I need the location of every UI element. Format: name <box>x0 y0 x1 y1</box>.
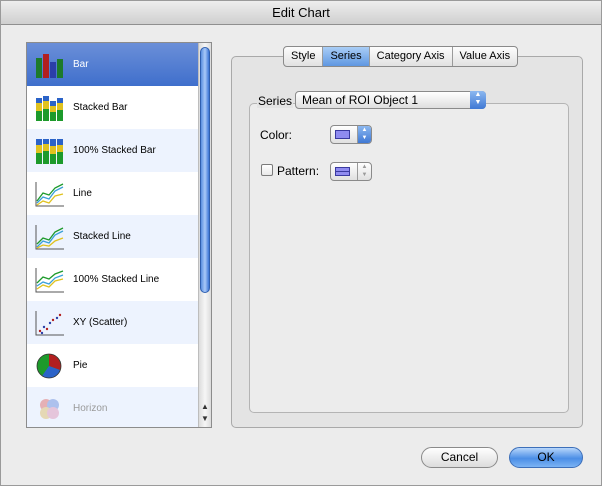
chart-type-100-stacked-line[interactable]: 100% Stacked Line <box>27 258 199 301</box>
pattern-swatch <box>335 167 350 176</box>
stacked-bar-chart-icon <box>36 95 63 121</box>
edit-chart-window: Edit Chart Bar Stacked Bar 100% Stacked … <box>0 0 602 486</box>
scrollbar-thumb[interactable] <box>200 47 210 293</box>
scroll-up-arrow-icon[interactable]: ▲ <box>199 401 211 412</box>
chart-type-label: Horizon <box>73 403 108 414</box>
chart-type-xy-scatter[interactable]: XY (Scatter) <box>27 301 199 344</box>
pattern-checkbox[interactable] <box>261 164 273 176</box>
color-label: Color: <box>260 128 293 142</box>
tab-style[interactable]: Style <box>284 47 324 66</box>
pattern-label: Pattern: <box>277 164 320 178</box>
percent-stacked-bar-chart-icon <box>36 138 63 164</box>
stacked-line-chart-icon <box>35 224 64 249</box>
chart-type-line[interactable]: Line <box>27 172 199 215</box>
window-title: Edit Chart <box>272 5 330 20</box>
chart-type-horizon[interactable]: Horizon <box>27 387 199 427</box>
cancel-button[interactable]: Cancel <box>421 447 498 468</box>
chart-type-label: Stacked Bar <box>73 102 128 113</box>
pattern-picker[interactable]: ▲ ▼ <box>330 162 372 181</box>
percent-stacked-line-chart-icon <box>35 267 64 292</box>
chart-type-100-stacked-bar[interactable]: 100% Stacked Bar <box>27 129 199 172</box>
color-swatch <box>335 130 350 139</box>
ok-button[interactable]: OK <box>509 447 583 468</box>
chart-type-label: Pie <box>73 360 88 371</box>
up-down-arrows-icon: ▲ ▼ <box>357 163 371 180</box>
chart-type-bar[interactable]: Bar <box>27 43 199 86</box>
tab-bar: Style Series Category Axis Value Axis <box>283 46 519 67</box>
color-picker[interactable]: ▲ ▼ <box>330 125 372 144</box>
chart-type-label: 100% Stacked Line <box>73 274 160 285</box>
series-label: Series <box>257 94 294 108</box>
scroll-down-arrow-icon[interactable]: ▼ <box>199 413 211 424</box>
tab-category-axis[interactable]: Category Axis <box>370 47 453 66</box>
chart-type-label: Stacked Line <box>73 231 131 242</box>
bar-chart-icon <box>36 53 63 78</box>
chart-type-pie[interactable]: Pie <box>27 344 199 387</box>
chart-type-label: 100% Stacked Bar <box>73 145 156 156</box>
tab-series[interactable]: Series <box>323 47 370 66</box>
chart-type-label: Line <box>73 188 92 199</box>
title-bar: Edit Chart <box>1 1 601 25</box>
chart-type-label: XY (Scatter) <box>73 317 128 328</box>
pie-chart-icon <box>36 353 62 378</box>
chart-type-stacked-bar[interactable]: Stacked Bar <box>27 86 199 129</box>
chart-type-stacked-line[interactable]: Stacked Line <box>27 215 199 258</box>
chart-list-scrollbar[interactable]: ▲ ▼ <box>198 43 211 427</box>
chart-type-label: Bar <box>73 59 89 70</box>
up-down-arrows-icon: ▲ ▼ <box>357 126 371 143</box>
up-down-arrows-icon: ▲ ▼ <box>470 91 486 109</box>
horizon-chart-icon <box>40 398 59 419</box>
series-group-box <box>249 103 569 413</box>
line-chart-icon <box>35 181 64 206</box>
scatter-chart-icon <box>35 310 64 335</box>
series-select[interactable]: Mean of ROI Object 1 ▲ ▼ <box>295 91 486 109</box>
chart-type-list[interactable]: Bar Stacked Bar 100% Stacked Bar Line St… <box>26 42 212 428</box>
tab-value-axis[interactable]: Value Axis <box>453 47 518 66</box>
series-select-value: Mean of ROI Object 1 <box>302 93 419 107</box>
